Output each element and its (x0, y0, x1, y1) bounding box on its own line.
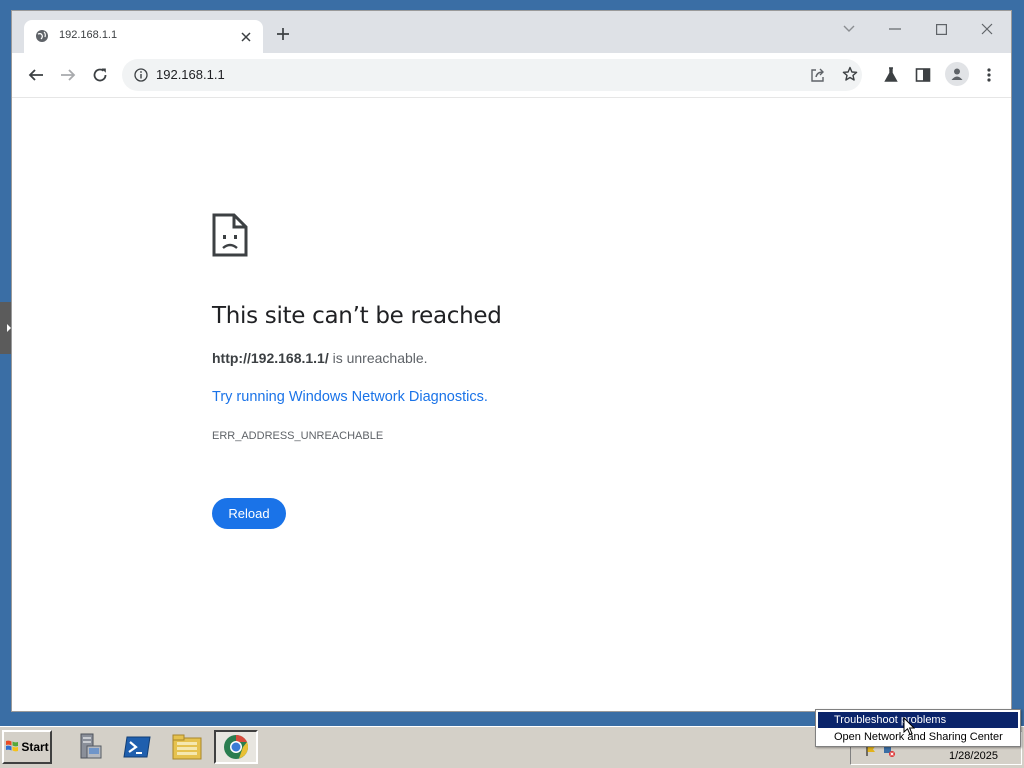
browser-toolbar: 192.168.1.1 (12, 53, 1011, 98)
error-url: http://192.168.1.1/ (212, 350, 329, 366)
info-icon[interactable] (134, 68, 148, 87)
new-tab-icon[interactable] (276, 27, 290, 46)
mouse-pointer-icon (903, 716, 916, 741)
bookmark-star-icon[interactable] (842, 66, 858, 87)
forward-arrow-icon[interactable] (58, 65, 78, 85)
network-diagnostics-link[interactable]: Try running Windows Network Diagnostics. (212, 389, 488, 405)
start-button[interactable]: Start (2, 730, 52, 764)
windows-flag-icon (5, 739, 19, 756)
menu-item-network-sharing-center[interactable]: Open Network and Sharing Center (818, 729, 1018, 745)
error-code: ERR_ADDRESS_UNREACHABLE (212, 430, 384, 442)
sad-page-icon (212, 213, 248, 262)
server-manager-icon[interactable] (66, 730, 110, 764)
url-text[interactable]: 192.168.1.1 (156, 67, 225, 82)
reload-icon[interactable] (90, 65, 110, 85)
browser-icon[interactable] (214, 730, 258, 764)
side-panel-icon[interactable] (913, 65, 933, 85)
maximize-icon[interactable] (930, 18, 952, 40)
tab-title: 192.168.1.1 (59, 29, 118, 41)
close-window-icon[interactable] (976, 18, 998, 40)
address-bar[interactable]: 192.168.1.1 (122, 59, 862, 91)
browser-window: 192.168.1.1 192.168.1.1 This site can’t … (11, 10, 1012, 712)
profile-avatar-icon[interactable] (945, 62, 969, 86)
network-tray-context-menu: Troubleshoot problems Open Network and S… (815, 709, 1021, 747)
share-icon[interactable] (810, 67, 826, 88)
error-description: http://192.168.1.1/ is unreachable. (212, 350, 428, 366)
error-url-suffix: is unreachable. (328, 350, 428, 366)
back-arrow-icon[interactable] (26, 65, 46, 85)
browser-tab[interactable]: 192.168.1.1 (24, 20, 263, 53)
menu-kebab-icon[interactable] (979, 65, 999, 85)
file-explorer-icon[interactable] (165, 730, 209, 764)
tab-search-icon[interactable] (838, 18, 860, 40)
close-tab-icon[interactable] (240, 30, 252, 48)
labs-flask-icon[interactable] (881, 65, 901, 85)
reload-button[interactable]: Reload (212, 498, 286, 529)
minimize-icon[interactable] (884, 18, 906, 40)
tab-strip: 192.168.1.1 (12, 11, 1011, 53)
powershell-icon[interactable] (115, 730, 159, 764)
start-label: Start (21, 740, 49, 754)
globe-icon (35, 29, 49, 48)
menu-item-troubleshoot[interactable]: Troubleshoot problems (818, 712, 1018, 728)
clock-date[interactable]: 1/28/2025 (949, 750, 998, 762)
error-title: This site can’t be reached (212, 303, 502, 329)
